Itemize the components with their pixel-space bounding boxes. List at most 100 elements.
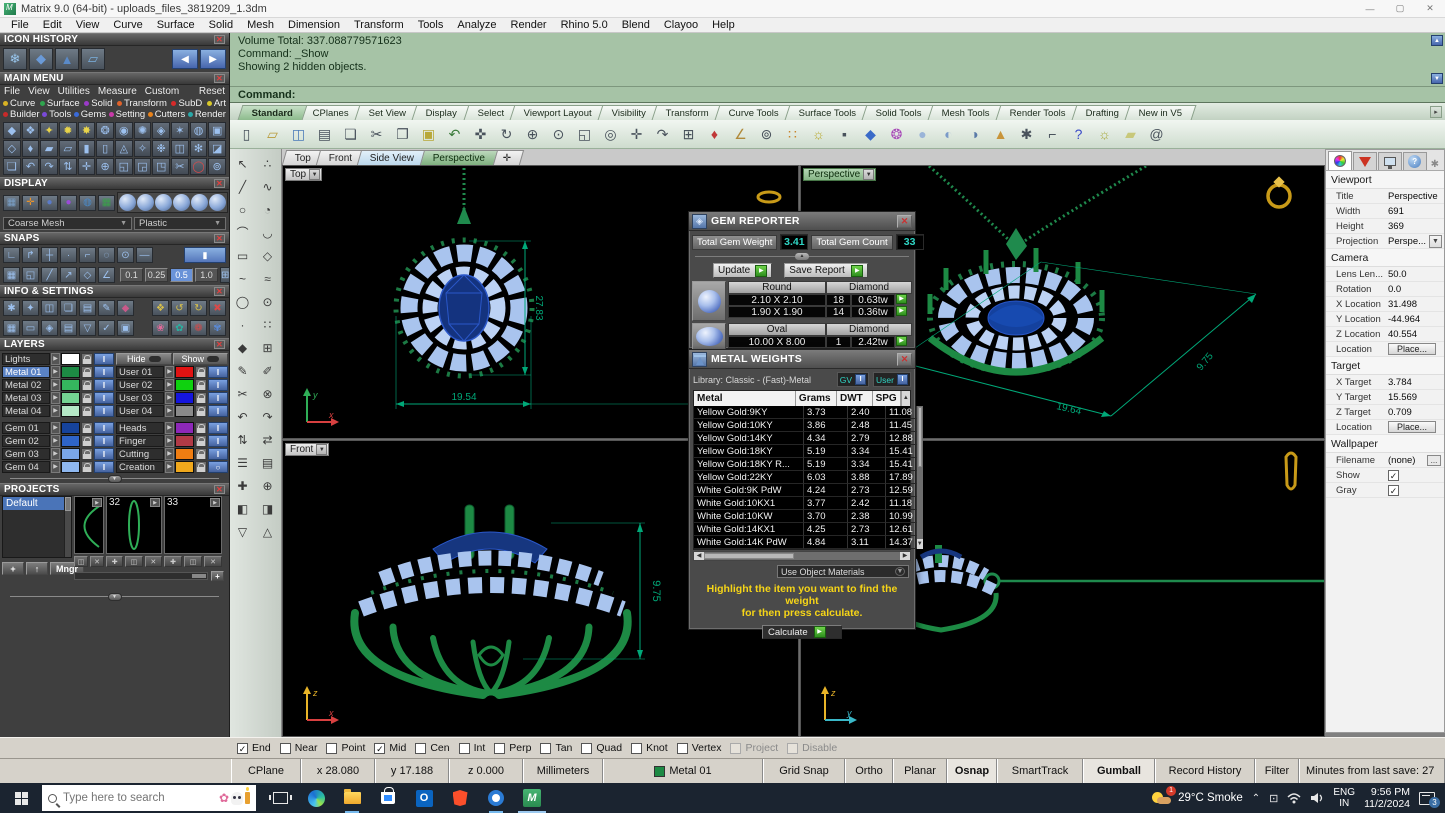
layer-name[interactable]: Gem 04 [2,461,50,473]
freeform-curve-icon[interactable]: ∿ [255,175,280,198]
layer-lock-icon[interactable] [195,461,207,473]
action-center-icon[interactable]: 3 [1419,791,1440,808]
hide-button[interactable]: Hide [116,353,172,365]
chevron-down-icon[interactable]: ▼ [1429,234,1442,248]
zoom-dynamic-icon[interactable]: ⊙ [547,122,570,146]
property-value[interactable]: 40.554 [1388,329,1444,340]
layer-name[interactable]: User 02 [116,379,164,391]
metal-weights-titlebar[interactable]: METAL WEIGHTS ✕ [689,350,915,369]
layer-visibility-toggle[interactable]: I [207,422,228,434]
project-updown-icon[interactable]: ⇅ [230,428,255,451]
layer-lock-icon[interactable] [81,379,93,391]
language-indicator[interactable]: ENG IN [1333,787,1355,809]
snap-end-icon[interactable]: ∟ [3,247,20,263]
menu-tools[interactable]: Tools [411,19,451,31]
osnap-perp[interactable]: Perp [494,742,531,754]
layout-grid-icon[interactable]: ▦ [98,194,115,211]
checkbox[interactable] [581,742,593,754]
status-ortho[interactable]: Ortho [845,759,893,783]
crop-tl-icon[interactable]: ◱ [114,158,133,175]
layer-expand-icon[interactable]: ▶ [50,366,61,378]
checkbox[interactable] [540,742,552,754]
menu-file[interactable]: File [4,19,36,31]
eraser-icon[interactable]: ▰ [1119,122,1142,146]
layer-name[interactable]: Gem 03 [2,448,50,460]
step-tool-icon[interactable]: ⌐ [1041,122,1064,146]
metal-row-yellow-gold-10ky[interactable]: Yellow Gold:10KY 3.86 2.48 11.45 [694,419,917,432]
layer-lock-icon[interactable] [195,366,207,378]
print-icon[interactable]: ▤ [313,122,336,146]
start-button[interactable] [0,783,42,813]
figure-pink-icon[interactable]: ❀ [152,320,169,336]
center-snap-icon[interactable]: ⊙ [255,290,280,313]
toolbar-tab-solid-tools[interactable]: Solid Tools [861,105,937,120]
snaps-header[interactable]: SNAPS ✕ [0,232,229,245]
snap-box-icon[interactable]: ◱ [22,267,39,283]
property-value[interactable]: 0.0 [1388,284,1444,295]
table-tool-icon[interactable]: ▤ [255,451,280,474]
delete-thumb-icon[interactable]: ✕ [90,556,104,567]
archive-box-icon[interactable]: ◫ [41,300,58,316]
redo-icon[interactable]: ↷ [651,122,674,146]
snap-toggle-wide[interactable]: ▮ [184,247,226,263]
ellipsis-button[interactable]: ... [1427,454,1441,466]
trim-icon[interactable]: ✂ [230,382,255,405]
gem-row-button[interactable]: ▶ [896,336,907,346]
toolbar-tab-surface-tools[interactable]: Surface Tools [784,105,871,120]
layer-name[interactable]: Lights [2,353,50,365]
loop-left-icon[interactable]: ↺ [171,300,188,316]
snap-step-1-0[interactable]: 1.0 [195,268,218,282]
sphere-light-icon[interactable]: ● [911,122,934,146]
property-value[interactable]: 0.709 [1388,407,1444,418]
gem-on-curve-icon[interactable]: ❖ [21,122,40,139]
layer-visibility-toggle[interactable]: I [207,448,228,460]
snap-grid-icon[interactable]: ▦ [3,267,20,283]
metal-row-yellow-gold-14ky[interactable]: Yellow Gold:14KY 4.34 2.79 12.88 [694,432,917,445]
main-menu-reset[interactable]: Reset [199,86,225,97]
main-menu-item-setting[interactable]: Setting [108,109,145,120]
layer-lock-icon[interactable] [81,422,93,434]
divide-icon[interactable]: ∷ [255,313,280,336]
wifi-icon[interactable] [1287,792,1301,804]
gem-history-icon[interactable]: ◆ [29,48,53,70]
delete-thumb-icon[interactable]: ✕ [204,556,222,567]
search-input[interactable] [63,792,175,804]
save-thumb-icon[interactable]: ◫ [74,556,88,567]
cancel-red-icon[interactable]: ✖ [209,300,226,316]
main-menu-view[interactable]: View [28,86,50,97]
layer-name[interactable]: Metal 01 [2,366,50,378]
block-tool-icon[interactable]: ▮ [77,140,96,157]
close-icon[interactable]: ✕ [214,179,225,188]
status-millimeters[interactable]: Millimeters [523,759,603,783]
checkbox[interactable] [631,742,643,754]
layer-name[interactable]: Metal 03 [2,392,50,404]
command-area[interactable]: Volume Total: 337.088779571623 Command: … [230,33,1445,103]
layer-visibility-toggle[interactable]: I [93,435,114,447]
tab-help[interactable]: ? [1402,152,1427,170]
redo-curve-icon[interactable]: ↷ [255,405,280,428]
thumbnail-arrow-icon[interactable]: ▶ [150,498,160,507]
metal-row-yellow-gold-18ky[interactable]: Yellow Gold:18KY 5.19 3.34 15.41 [694,445,917,458]
main-menu-item-transform[interactable]: Transform [116,98,167,109]
sparkle-tool-icon[interactable]: ✧ [133,140,152,157]
status-grid-snap[interactable]: Grid Snap [763,759,845,783]
project-list-scrollbar[interactable] [64,497,71,557]
gem-row-button[interactable]: ▶ [896,294,907,304]
tab-properties[interactable] [1328,151,1352,170]
collapse-handle[interactable]: ▲ [695,253,909,260]
viewport-layout-icon[interactable]: ⊞ [677,122,700,146]
property-value[interactable]: Perspective [1388,191,1444,202]
cone-history-icon[interactable]: ▲ [55,48,79,70]
bar-outline-icon[interactable]: ▱ [58,140,77,157]
layer-lock-icon[interactable] [195,448,207,460]
material-sphere-icon[interactable] [191,194,208,211]
osnap-point[interactable]: Point [326,742,365,754]
split-icon[interactable]: ⊗ [255,382,280,405]
corner-tool-icon[interactable]: ◪ [208,140,226,157]
grid-tool-icon[interactable]: ⊞ [255,336,280,359]
snap-angle-icon[interactable]: ∠ [98,267,115,283]
layer-visibility-toggle[interactable]: I [93,461,114,473]
layer-name[interactable]: Metal 02 [2,379,50,391]
menu-render[interactable]: Render [504,19,554,31]
close-icon[interactable]: ✕ [214,74,225,83]
